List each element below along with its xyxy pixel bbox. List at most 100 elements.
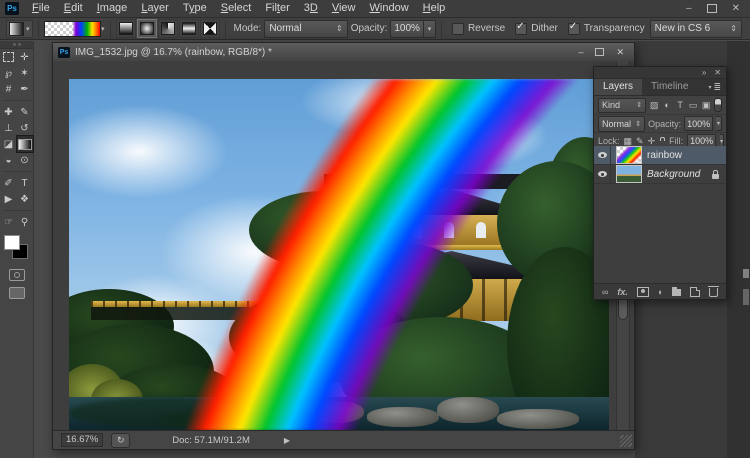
lock-image-pixels-icon[interactable]: ✎ — [636, 136, 644, 147]
menu-3d[interactable]: 3D — [297, 0, 325, 17]
radial-gradient-button[interactable] — [137, 19, 157, 38]
dither-checkbox[interactable]: ✓ Dither — [515, 23, 558, 35]
gradient-icon — [18, 139, 32, 150]
crop-tool[interactable]: # — [1, 81, 17, 97]
filter-kind-select[interactable]: Kind ⇕ — [598, 98, 646, 113]
clone-stamp-tool[interactable]: ⊥ — [1, 120, 17, 136]
filter-smart-object-icon[interactable]: ▣ — [701, 100, 711, 111]
eraser-tool[interactable]: ◪ — [1, 136, 17, 152]
menu-type[interactable]: Type — [176, 0, 214, 17]
window-resize-grip[interactable] — [620, 435, 632, 447]
diamond-gradient-button[interactable] — [200, 19, 220, 38]
layer-row-rainbow[interactable]: rainbow — [594, 146, 726, 165]
layer-thumbnail[interactable] — [616, 165, 642, 183]
menu-file[interactable]: File — [25, 0, 57, 17]
filter-adjustment-layers-icon[interactable]: ◐ — [662, 100, 672, 110]
menu-help[interactable]: Help — [416, 0, 453, 17]
lock-position-icon[interactable]: ✛ — [648, 136, 656, 147]
layer-blend-mode-select[interactable]: Normal ⇕ — [598, 116, 645, 132]
layer-opacity-value[interactable]: 100% — [684, 116, 713, 131]
dodge-tool[interactable]: ⊙ — [17, 152, 33, 168]
angle-gradient-button[interactable] — [158, 19, 178, 38]
tool-preset-picker[interactable]: ▾ — [6, 20, 33, 38]
doc-minimize-button[interactable]: – — [578, 47, 583, 57]
gradient-preview[interactable] — [44, 21, 101, 37]
type-tool[interactable]: T — [17, 175, 33, 191]
layer-opacity-dropdown[interactable]: ▾ — [716, 116, 722, 131]
workspace-switcher[interactable]: New in CS 6⇕ — [650, 20, 742, 38]
app-close-button[interactable]: ✕ — [732, 3, 740, 14]
zoom-level-field[interactable]: 16.67% — [61, 433, 103, 447]
document-title-bar[interactable]: Ps IMG_1532.jpg @ 16.7% (rainbow, RGB/8*… — [53, 43, 634, 62]
brush-tool[interactable]: ✎ — [17, 104, 33, 120]
tools-panel-grip[interactable] — [0, 41, 33, 49]
status-options-arrow[interactable]: ▶ — [284, 436, 290, 445]
foreground-color-swatch[interactable] — [4, 235, 20, 250]
filter-shape-layers-icon[interactable]: ▭ — [688, 100, 698, 111]
blend-mode-select[interactable]: Normal⇕ — [264, 20, 347, 38]
move-tool[interactable]: ✛ — [17, 49, 33, 65]
reflected-gradient-button[interactable] — [179, 19, 199, 38]
layer-visibility-toggle[interactable] — [594, 165, 611, 183]
collapse-panel-icon[interactable]: » — [702, 68, 706, 77]
menu-image[interactable]: Image — [90, 0, 135, 17]
layer-row-background[interactable]: Background — [594, 165, 726, 184]
app-minimize-button[interactable]: – — [686, 3, 692, 14]
layer-visibility-toggle[interactable] — [594, 146, 611, 164]
menu-window[interactable]: Window — [363, 0, 416, 17]
status-sync-button[interactable]: ↻ — [111, 433, 130, 448]
eyedropper-tool[interactable]: ✒ — [17, 81, 33, 97]
history-brush-tool[interactable]: ↺ — [17, 120, 33, 136]
gradient-tool[interactable] — [17, 136, 33, 152]
transparency-checkbox[interactable]: ✓ Transparency — [568, 23, 645, 35]
tab-timeline[interactable]: Timeline — [642, 79, 697, 95]
lasso-tool[interactable]: ℘ — [1, 65, 17, 81]
tab-layers[interactable]: Layers — [594, 79, 642, 95]
menu-layer[interactable]: Layer — [134, 0, 176, 17]
canvas-area[interactable] — [53, 61, 634, 431]
opacity-value[interactable]: 100% — [390, 20, 424, 38]
new-adjustment-layer-icon[interactable]: ◐ — [658, 287, 663, 297]
opacity-dropdown-button[interactable]: ▾ — [424, 20, 436, 38]
menu-view[interactable]: View — [325, 0, 363, 17]
custom-shape-icon: ❖ — [20, 194, 29, 205]
hand-tool[interactable]: ☞ — [1, 214, 17, 230]
path-selection-tool[interactable]: ▶ — [1, 191, 17, 207]
close-panel-icon[interactable]: ✕ — [714, 68, 721, 77]
new-group-icon[interactable] — [672, 289, 681, 296]
filter-type-layers-icon[interactable]: T — [675, 100, 685, 110]
panel-menu-icon[interactable]: ▾ ≣ — [708, 82, 726, 93]
filter-toggle-switch[interactable] — [714, 98, 722, 112]
gradient-picker-arrow-icon[interactable]: ▾ — [101, 25, 105, 33]
layer-thumbnail[interactable] — [616, 146, 642, 164]
doc-maximize-button[interactable] — [595, 48, 604, 56]
rectangular-marquee-tool[interactable] — [1, 49, 17, 65]
magic-wand-tool[interactable]: ✶ — [17, 65, 33, 81]
link-layers-icon[interactable]: ∞ — [602, 287, 608, 297]
screen-mode-button[interactable] — [9, 287, 25, 299]
doc-close-button[interactable]: ✕ — [616, 47, 624, 58]
transparency-label: Transparency — [584, 23, 645, 34]
pen-tool[interactable]: ✐ — [1, 175, 17, 191]
layer-name[interactable]: Background — [647, 169, 700, 180]
blur-tool[interactable]: ◒ — [1, 152, 17, 168]
lock-transparent-pixels-icon[interactable]: ▦ — [624, 136, 633, 147]
custom-shape-tool[interactable]: ❖ — [17, 191, 33, 207]
quick-mask-button[interactable] — [9, 269, 25, 281]
reverse-checkbox[interactable]: Reverse — [452, 23, 505, 35]
layer-name[interactable]: rainbow — [647, 150, 682, 161]
menu-filter[interactable]: Filter — [258, 0, 296, 17]
menu-select[interactable]: Select — [214, 0, 259, 17]
photoshop-app-icon[interactable]: Ps — [5, 2, 19, 15]
healing-brush-tool[interactable]: ✚ — [1, 104, 17, 120]
app-maximize-button[interactable] — [707, 4, 717, 13]
zoom-tool[interactable]: ⚲ — [17, 214, 33, 230]
new-layer-icon[interactable] — [690, 287, 699, 297]
add-layer-mask-icon[interactable] — [637, 287, 649, 297]
filter-pixel-layers-icon[interactable]: ▨ — [649, 100, 659, 111]
delete-layer-icon[interactable] — [709, 288, 718, 297]
linear-gradient-button[interactable] — [116, 19, 136, 38]
menu-edit[interactable]: Edit — [57, 0, 90, 17]
canvas-image[interactable] — [69, 79, 609, 431]
layer-style-fx-icon[interactable]: fx. — [617, 287, 628, 297]
